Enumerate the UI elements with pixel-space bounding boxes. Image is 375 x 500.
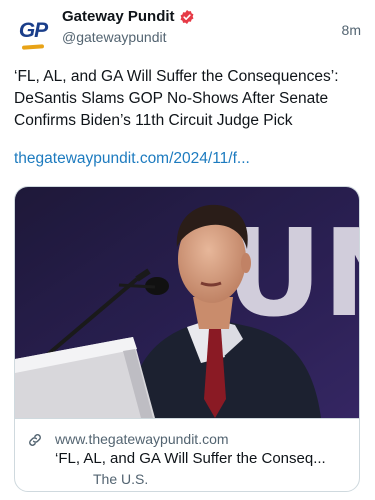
link-preview-card[interactable]: UNI bbox=[14, 186, 360, 492]
speaker-at-podium-photo: UNI bbox=[15, 187, 359, 418]
card-title: ‘FL, AL, and GA Will Suffer the Conseq..… bbox=[55, 450, 326, 467]
card-category: The U.S. bbox=[93, 471, 149, 487]
author-display-name[interactable]: Gateway Pundit bbox=[62, 8, 175, 25]
author-handle[interactable]: @gatewaypundit bbox=[62, 29, 361, 45]
card-meta[interactable]: www.thegatewaypundit.com ‘FL, AL, and GA… bbox=[15, 418, 359, 491]
post-header: Gateway Pundit @gatewaypundit 8m bbox=[62, 8, 361, 50]
post[interactable]: GP Gateway Pundit @gatewaypundit 8m ‘FL,… bbox=[0, 0, 375, 500]
verified-badge-icon bbox=[179, 9, 195, 25]
avatar-swoosh bbox=[21, 44, 45, 50]
post-timestamp[interactable]: 8m bbox=[342, 22, 361, 38]
post-text: ‘FL, AL, and GA Will Suffer the Conseque… bbox=[14, 68, 339, 129]
card-domain: www.thegatewaypundit.com bbox=[55, 431, 229, 447]
avatar[interactable]: GP bbox=[14, 12, 52, 50]
avatar-logo-text: GP bbox=[18, 19, 48, 42]
post-link[interactable]: thegatewaypundit.com/2024/11/f... bbox=[14, 148, 364, 170]
link-icon bbox=[27, 432, 43, 448]
